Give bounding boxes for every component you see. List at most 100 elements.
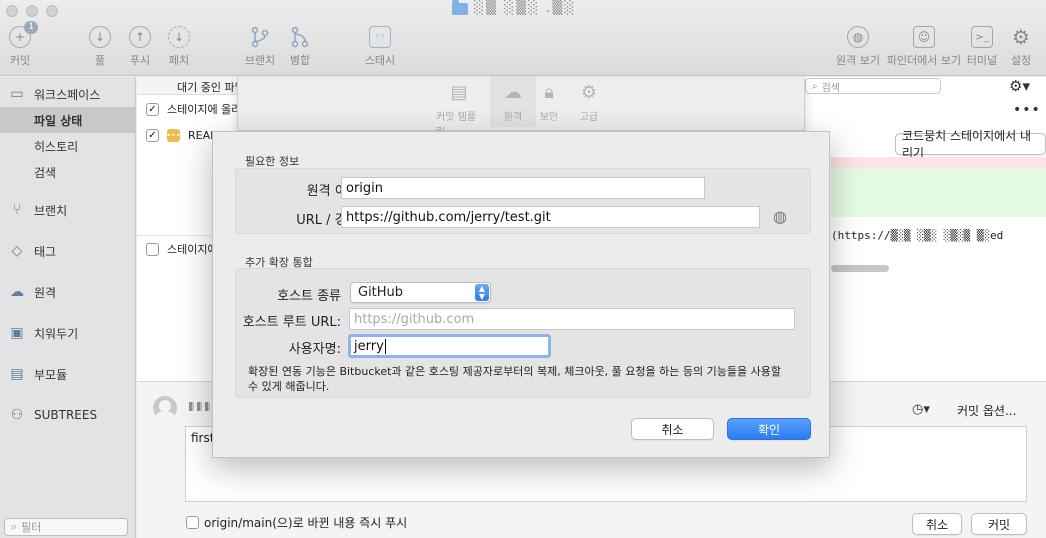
arrow-up-icon: ↑ bbox=[129, 26, 151, 48]
fetch-toolbar-label: 페치 bbox=[168, 54, 190, 67]
host-type-label: 호스트 종류 bbox=[277, 289, 341, 304]
finder-view-toolbar-button[interactable]: ☺ 파인더에서 보기 bbox=[885, 26, 963, 68]
sidebar-filter-input[interactable]: ⌕ 필터 bbox=[4, 518, 128, 536]
sidebar-item-search[interactable]: 검색 bbox=[0, 159, 135, 185]
ok-button[interactable]: 확인 bbox=[727, 418, 811, 440]
minimize-window-button[interactable] bbox=[26, 5, 38, 17]
lock-icon: 🔒︎ bbox=[544, 81, 554, 103]
merge-toolbar-button[interactable]: 병합 bbox=[275, 26, 325, 68]
repository-settings-window: ▤ 커밋 템플릿 ☁ 원격 🔒︎ 보안 ⚙ 고급 bbox=[237, 77, 805, 138]
tab-commit-template[interactable]: ▤ 커밋 템플릿 bbox=[436, 81, 482, 139]
push-immediately-option[interactable]: origin/main(으)로 바뀐 내용 즉시 푸시 bbox=[186, 514, 407, 531]
sidebar-item-subtrees[interactable]: ⚇ SUBTREES bbox=[0, 402, 135, 428]
unstaged-checkbox[interactable] bbox=[146, 242, 159, 256]
diff-search-input[interactable]: ⌕ 검색 bbox=[805, 78, 941, 94]
required-info-title: 필요한 정보 bbox=[245, 155, 300, 168]
diff-removed-line bbox=[831, 157, 1046, 169]
stash-toolbar-button[interactable]: ◦◦ 스태시 bbox=[355, 26, 405, 68]
tab-label: 원격 bbox=[503, 112, 523, 123]
sidebar-item-label: 태그 bbox=[34, 244, 57, 259]
commit-toolbar-button[interactable]: +1 커밋 bbox=[0, 21, 45, 68]
commit-count-badge: 1 bbox=[24, 21, 38, 34]
tab-advanced[interactable]: ⚙ 고급 bbox=[566, 81, 612, 124]
branch-icon bbox=[249, 26, 271, 48]
close-window-button[interactable] bbox=[6, 5, 18, 17]
username-input[interactable]: jerry bbox=[348, 334, 551, 358]
sidebar-item-label: 치워두기 bbox=[34, 326, 79, 341]
clock-history-icon[interactable]: ◷▾ bbox=[912, 402, 930, 417]
document-icon: ▤ bbox=[450, 81, 468, 103]
stash-icon: ◦◦ bbox=[369, 26, 391, 48]
commit-button[interactable]: 커밋 bbox=[971, 513, 1027, 535]
horizontal-scrollbar[interactable] bbox=[831, 265, 889, 272]
sidebar-item-history[interactable]: 히스토리 bbox=[0, 133, 135, 159]
tab-label: 보안 bbox=[539, 112, 559, 123]
diff-added-lines bbox=[831, 169, 1046, 217]
cloud-icon: ☁ bbox=[10, 284, 24, 300]
branch-toolbar-label: 브랜치 bbox=[244, 54, 276, 67]
sidebar-item-remotes[interactable]: ☁ 원격 bbox=[0, 279, 135, 305]
remote-view-label: 원격 보기 bbox=[836, 54, 880, 67]
search-icon: ⌕ bbox=[11, 520, 18, 533]
host-type-select[interactable]: GitHub ▲ ▼ bbox=[350, 282, 491, 303]
cloud-icon: ☁ bbox=[504, 81, 522, 103]
cancel-button[interactable]: 취소 bbox=[631, 418, 714, 440]
stash-toolbar-label: 스태시 bbox=[364, 54, 396, 67]
staged-checkbox[interactable]: ✓ bbox=[146, 102, 159, 116]
sidebar-item-file-status[interactable]: 파일 상태 bbox=[0, 107, 135, 133]
globe-icon[interactable]: ◍ bbox=[773, 207, 787, 226]
chevron-updown-icon: ▲ ▼ bbox=[475, 284, 489, 301]
toolbar: ░▒ ░▒░ .▒░ +1 커밋 ↓ 풀 ↑ 푸시 ↓ 페치 브랜치 병합 ◦◦… bbox=[0, 0, 1046, 76]
plus-icon: +1 bbox=[9, 21, 38, 48]
gear-icon: ⚙ bbox=[1012, 25, 1030, 49]
sidebar-item-label: 브랜치 bbox=[34, 203, 68, 218]
window-controls bbox=[6, 5, 58, 17]
pull-toolbar-label: 풀 bbox=[94, 54, 106, 67]
remote-view-toolbar-button[interactable]: ◍ 원격 보기 bbox=[833, 26, 883, 68]
commit-options-menu[interactable]: 커밋 옵션... bbox=[957, 402, 1016, 419]
url-input[interactable]: https://github.com/jerry/test.git bbox=[341, 206, 760, 228]
subtree-icon: ⚇ bbox=[10, 407, 24, 423]
sidebar-item-stashes[interactable]: ▣ 치워두기 bbox=[0, 320, 135, 346]
unstage-hunk-button[interactable]: 코드뭉치 스테이지에서 내리기 bbox=[895, 129, 1046, 160]
remote-details-dialog: 필요한 정보 원격 이름: origin URL / 경로: https://g… bbox=[212, 131, 830, 458]
stash-icon: ▣ bbox=[10, 325, 24, 341]
submodule-icon: ▤ bbox=[10, 366, 24, 382]
sidebar-item-tags[interactable]: ◇ 태그 bbox=[0, 238, 135, 264]
globe-icon: ◍ bbox=[847, 26, 869, 48]
terminal-icon: >_ bbox=[971, 26, 993, 48]
sidebar-item-submodules[interactable]: ▤ 부모듈 bbox=[0, 361, 135, 387]
arrow-down-icon: ↓ bbox=[89, 26, 111, 48]
filter-placeholder: 필터 bbox=[21, 521, 42, 534]
window-title-text: ░▒ ░▒░ .▒░ bbox=[474, 1, 577, 16]
host-root-url-input[interactable]: https://github.com bbox=[349, 308, 795, 330]
terminal-label: 터미널 bbox=[966, 54, 998, 67]
host-type-value: GitHub bbox=[358, 285, 404, 300]
sidebar-item-branches[interactable]: ⑂ 브랜치 bbox=[0, 197, 135, 223]
gear-icon: ⚙ bbox=[580, 81, 598, 103]
modified-file-icon: ••• bbox=[166, 128, 181, 142]
monitor-icon: ▭ bbox=[10, 86, 24, 102]
window-title: ░▒ ░▒░ .▒░ bbox=[452, 0, 577, 16]
push-immediately-label: origin/main(으)로 바뀐 내용 즉시 푸시 bbox=[204, 516, 408, 530]
sidebar-item-label: SUBTREES bbox=[34, 408, 98, 422]
sidebar-item-label: 원격 bbox=[34, 285, 57, 300]
push-immediately-checkbox[interactable] bbox=[186, 516, 199, 529]
finder-view-label: 파인더에서 보기 bbox=[886, 54, 962, 67]
readme-checkbox[interactable]: ✓ bbox=[146, 128, 159, 142]
tag-icon: ◇ bbox=[11, 243, 23, 259]
sidebar: ▭ 워크스페이스 파일 상태 히스토리 검색 ⑂ 브랜치 ◇ 태그 ☁ 원격 ▣… bbox=[0, 77, 136, 538]
gear-menu-icon[interactable]: ⚙▾ bbox=[1009, 77, 1030, 95]
settings-label: 설정 bbox=[1010, 54, 1032, 67]
remote-name-input[interactable]: origin bbox=[341, 177, 705, 199]
fetch-icon: ↓ bbox=[168, 26, 190, 48]
more-options-icon[interactable]: ••• bbox=[1013, 102, 1041, 118]
pending-files-header: 대기 중인 파일 bbox=[137, 77, 238, 95]
sidebar-item-workspace[interactable]: ▭ 워크스페이스 bbox=[0, 81, 135, 107]
fetch-toolbar-button[interactable]: ↓ 페치 bbox=[154, 26, 204, 68]
cancel-commit-button[interactable]: 취소 bbox=[912, 513, 962, 535]
diff-line-text: (https://▒░▒ ░▒░ ░▒░▒ ▒░ed bbox=[831, 229, 1004, 242]
sidebar-item-label: 부모듈 bbox=[34, 367, 68, 382]
zoom-window-button[interactable] bbox=[46, 5, 58, 17]
settings-toolbar-button[interactable]: ⚙ 설정 bbox=[996, 25, 1046, 68]
